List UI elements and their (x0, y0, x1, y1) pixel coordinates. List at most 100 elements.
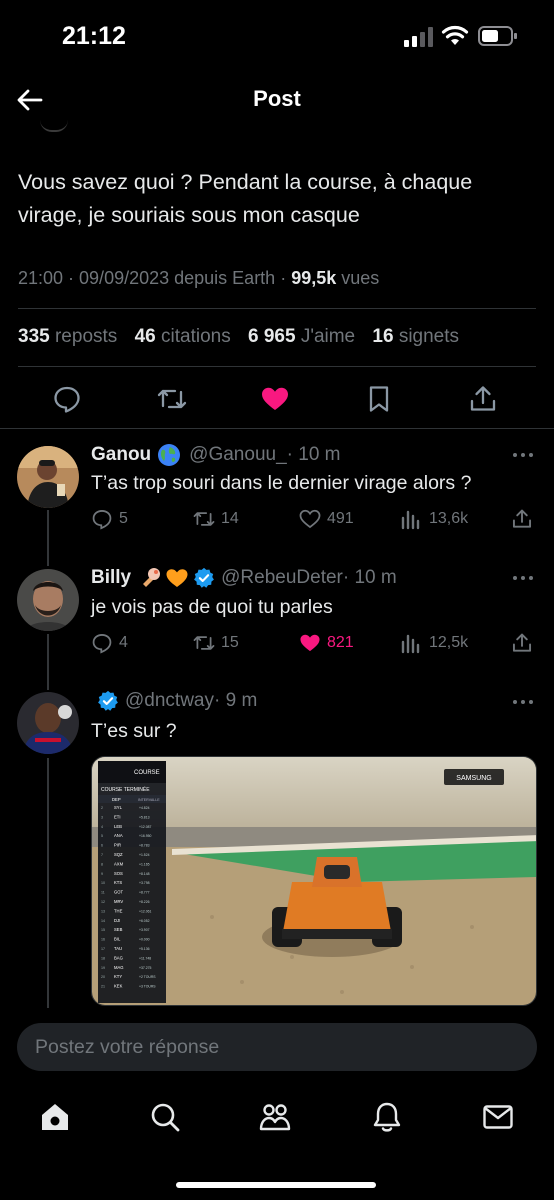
share-icon[interactable] (468, 384, 498, 414)
samsung-text: SAMSUNG (456, 775, 491, 782)
leaderboard-gap: +8.777 (139, 891, 150, 895)
reply-media-image[interactable]: COURSE COURSE TERMINÉE DEP INTERVALLE 2 S… (91, 756, 537, 1006)
share-icon[interactable] (511, 508, 533, 530)
quotes-label[interactable]: citations (161, 326, 231, 347)
avatar-photo (17, 569, 79, 631)
leaderboard-overlay-subtitle: COURSE TERMINÉE (101, 786, 150, 793)
more-options-icon[interactable] (512, 699, 534, 705)
home-icon[interactable] (38, 1100, 72, 1134)
likes-label[interactable]: J'aime (301, 326, 355, 347)
divider (18, 308, 536, 309)
search-icon[interactable] (148, 1100, 182, 1134)
battery-icon (478, 26, 517, 46)
reply-button[interactable]: 4 (91, 632, 128, 654)
reply-author-name[interactable]: Ganou (91, 444, 151, 466)
likes-count[interactable]: 6 965 (248, 326, 296, 347)
wifi-icon (441, 25, 469, 45)
repost-button[interactable]: 15 (193, 632, 239, 654)
reply-author-name[interactable]: Billy (91, 567, 131, 589)
leaderboard-driver: TAU (114, 946, 122, 951)
leaderboard-driver: SEB (114, 927, 123, 932)
leaderboard-driver: MAG (114, 965, 124, 970)
status-bar: 21:12 (0, 0, 554, 74)
leaderboard-driver: THE (114, 908, 123, 913)
repost-icon[interactable] (157, 384, 187, 414)
avatar[interactable] (17, 569, 79, 631)
heart-filled-icon (300, 634, 320, 652)
leaderboard-driver: GOT (114, 890, 124, 895)
quotes-count[interactable]: 46 (135, 326, 156, 347)
avatar[interactable] (17, 446, 79, 508)
more-options-icon[interactable] (512, 452, 534, 458)
reply-icon (92, 510, 112, 530)
bookmarks-label[interactable]: signets (399, 326, 459, 347)
leaderboard-driver: DJI (114, 918, 120, 923)
leaderboard-gap: +5.136 (139, 947, 150, 951)
leaderboard-pos: 21 (101, 985, 105, 989)
reply-time: · 10 m (286, 444, 341, 465)
notifications-icon[interactable] (370, 1100, 404, 1134)
bookmarks-count[interactable]: 16 (372, 326, 393, 347)
leaderboard-pos: 16 (101, 938, 105, 942)
repost-count: 15 (221, 634, 239, 651)
reply-actions: 4 15 821 12,5k (91, 632, 537, 656)
leaderboard-driver: SOS (114, 871, 123, 876)
leaderboard-pos: 15 (101, 928, 105, 932)
leaderboard-pos: 18 (101, 956, 105, 960)
reply-count: 4 (119, 634, 128, 651)
leaderboard-driver: SYL (114, 805, 123, 810)
reply-header: Ganou @Ganouu_ · 10 m (91, 443, 341, 467)
reply-handle[interactable]: @dnctway (125, 690, 214, 712)
leaderboard-overlay-title: COURSE (134, 770, 160, 776)
heart-icon[interactable] (260, 384, 290, 414)
messages-icon[interactable] (481, 1100, 515, 1134)
post-timestamp: 21:00 · 09/09/2023 depuis Earth · (18, 268, 292, 288)
reposts-label[interactable]: reposts (55, 326, 117, 347)
like-button[interactable]: 821 (299, 632, 354, 654)
leaderboard-pos: 19 (101, 966, 105, 970)
leaderboard-pos: 7 (101, 853, 103, 857)
communities-icon[interactable] (258, 1100, 292, 1134)
leaderboard-gap: +1.524 (139, 853, 150, 857)
leaderboard-driver: MRV (114, 899, 123, 904)
leaderboard-pos: 17 (101, 947, 105, 951)
leaderboard-pos: 6 (101, 844, 103, 848)
reposts-count[interactable]: 335 (18, 326, 50, 347)
author-avatar-partial[interactable] (40, 120, 68, 132)
leaderboard-pos: 12 (101, 900, 105, 904)
leaderboard-pos: 20 (101, 975, 105, 979)
views-button[interactable]: 12,5k (401, 632, 468, 654)
more-options-icon[interactable] (512, 575, 534, 581)
post-stats: 335 reposts 46 citations 6 965 J'aime 16… (18, 326, 471, 348)
reply-icon[interactable] (52, 384, 82, 414)
like-button[interactable]: 491 (299, 508, 354, 530)
leaderboard-driver: SQZ (114, 852, 123, 857)
leaderboard-pos: 11 (101, 891, 105, 895)
leaderboard-pos: 8 (101, 862, 103, 866)
reply-button[interactable]: 5 (91, 508, 128, 530)
leaderboard-driver: BAG (114, 955, 123, 960)
repost-count: 14 (221, 510, 239, 527)
repost-icon (193, 512, 215, 526)
leaderboard-gap: +37.275 (139, 966, 151, 970)
reply-header: Billy @RebeuDeter · 10 m (91, 566, 397, 590)
share-icon[interactable] (511, 632, 533, 654)
repost-button[interactable]: 14 (193, 508, 239, 530)
reply-handle[interactable]: @Ganouu_ (189, 444, 286, 466)
leaderboard-gap: +12.087 (139, 825, 151, 829)
bookmark-icon[interactable] (364, 384, 394, 414)
leaderboard-driver: ANA (114, 833, 123, 838)
leaderboard-pos: 13 (101, 909, 105, 913)
reply-handle[interactable]: @RebeuDeter (221, 567, 343, 589)
thread-line (47, 634, 49, 690)
avatar[interactable] (17, 692, 79, 754)
leaderboard-gap: +16.950 (139, 834, 151, 838)
repost-icon (193, 636, 215, 650)
reply-input[interactable]: Postez votre réponse (17, 1023, 537, 1071)
leaderboard-gap: +5.813 (139, 815, 150, 819)
leaderboard-gap: +3.798 (139, 881, 150, 885)
like-count: 491 (327, 510, 354, 527)
top-bar: Post (0, 74, 554, 130)
views-button[interactable]: 13,6k (401, 508, 468, 530)
post-views-label: vues (336, 268, 380, 288)
